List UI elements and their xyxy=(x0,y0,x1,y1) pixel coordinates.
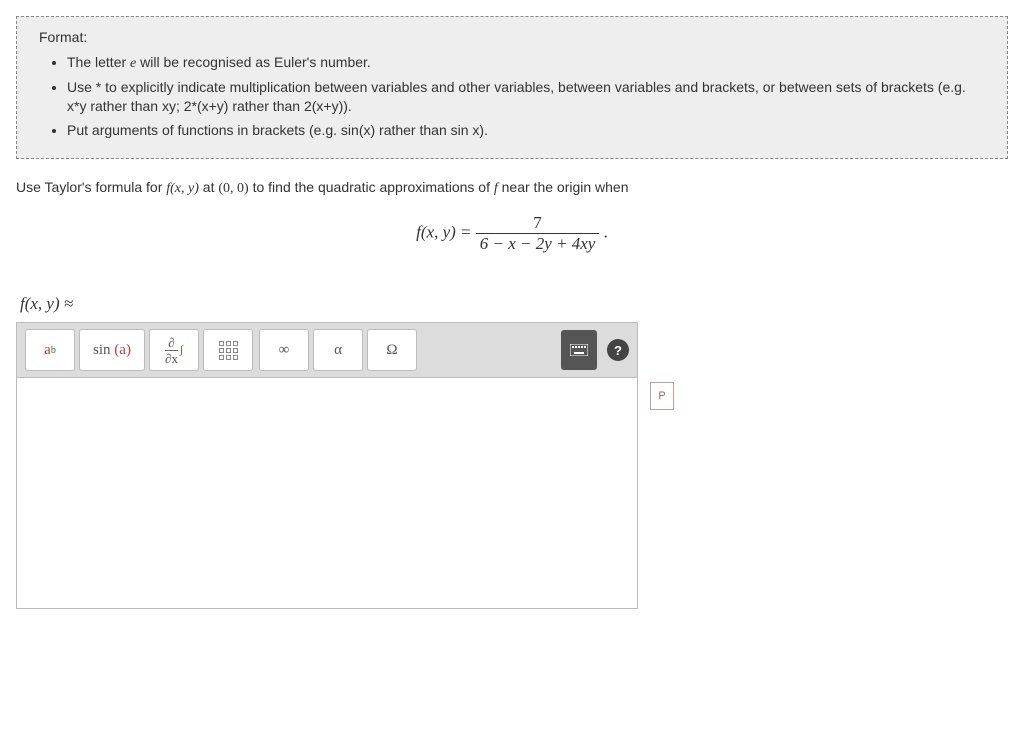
problem-prefix: Use Taylor's formula for xyxy=(16,179,166,195)
format-box: Format: The letter e will be recognised … xyxy=(16,16,1008,159)
power-button[interactable]: ab xyxy=(25,329,75,371)
partial-top: ∂ xyxy=(168,336,174,350)
power-exponent: b xyxy=(51,345,56,356)
sin-arg: (a) xyxy=(114,342,131,359)
integral-icon: ∫ xyxy=(180,344,183,356)
answer-label: f(x, y) ≈ xyxy=(20,294,1008,314)
problem-statement: Use Taylor's formula for f(x, y) at (0, … xyxy=(16,177,1008,199)
help-button[interactable]: ? xyxy=(607,339,629,361)
partial-bot: ∂x xyxy=(165,350,178,365)
preview-button[interactable]: P xyxy=(650,382,674,410)
format-list: The letter e will be recognised as Euler… xyxy=(39,53,985,140)
equation-numerator: 7 xyxy=(476,213,600,233)
matrix-button[interactable] xyxy=(203,329,253,371)
keyboard-button[interactable] xyxy=(561,330,597,370)
problem-at: at xyxy=(203,179,219,195)
infinity-button[interactable]: ∞ xyxy=(259,329,309,371)
editor-toolbar: ab sin (a) ∂ ∂x ∫ xyxy=(17,323,637,378)
format-item: Put arguments of functions in brackets (… xyxy=(67,121,985,141)
problem-suffix: near the origin when xyxy=(502,179,629,195)
problem-f: f xyxy=(494,181,498,196)
partial-button[interactable]: ∂ ∂x ∫ xyxy=(149,329,199,371)
problem-mid: to find the quadratic approximations of xyxy=(253,179,494,195)
format-title: Format: xyxy=(39,29,985,45)
equation-period: . xyxy=(604,223,608,242)
editor-input-area[interactable] xyxy=(17,378,637,608)
equation-lhs: f(x, y) = xyxy=(416,223,476,242)
equation-denominator: 6 − x − 2y + 4xy xyxy=(480,234,596,253)
omega-button[interactable]: Ω xyxy=(367,329,417,371)
problem-point: (0, 0) xyxy=(218,181,248,196)
matrix-icon xyxy=(219,341,237,359)
format-item: The letter e will be recognised as Euler… xyxy=(67,53,985,74)
math-editor: ab sin (a) ∂ ∂x ∫ xyxy=(16,322,638,609)
power-base: a xyxy=(44,342,51,359)
keyboard-icon xyxy=(570,344,588,356)
equation-fraction: 7 6 − x − 2y + 4xy xyxy=(476,213,600,254)
alpha-button[interactable]: α xyxy=(313,329,363,371)
equation: f(x, y) = 7 6 − x − 2y + 4xy . xyxy=(16,213,1008,254)
problem-fxy: f(x, y) xyxy=(166,181,199,196)
format-item: Use * to explicitly indicate multiplicat… xyxy=(67,78,985,117)
sin-label: sin xyxy=(93,342,111,359)
sin-button[interactable]: sin (a) xyxy=(79,329,145,371)
